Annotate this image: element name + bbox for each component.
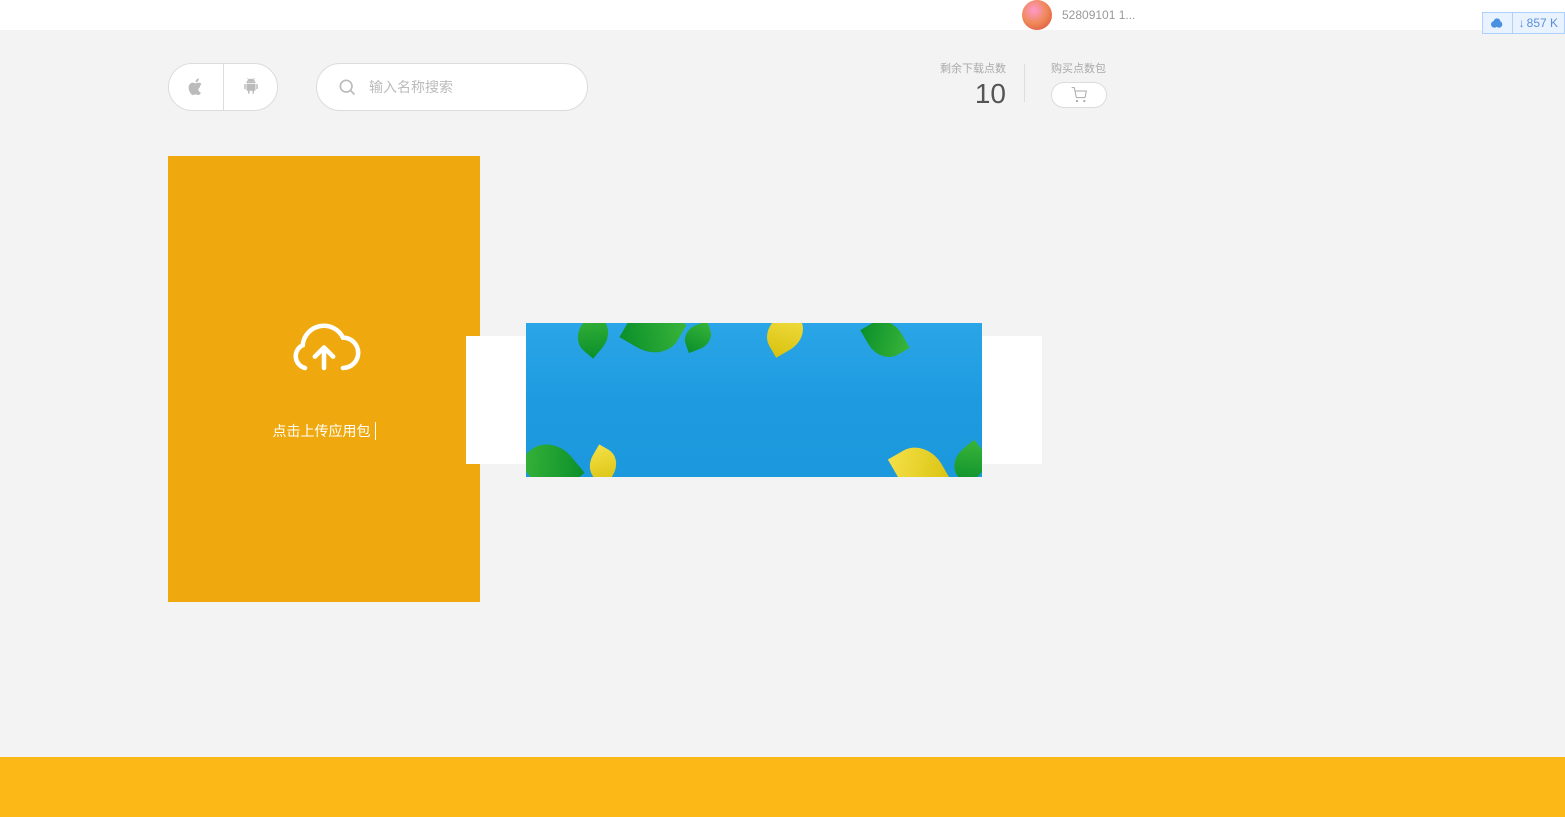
cart-icon [1071,87,1087,103]
top-header: 52809101 1... ↓857 K [0,0,1565,30]
banner-image [526,323,982,477]
banner-card[interactable] [466,336,1042,464]
username: 52809101 1... [1062,8,1135,22]
footer-bar [0,757,1565,817]
search-icon [337,77,357,97]
upload-card[interactable]: 点击上传应用包 [168,156,480,602]
remaining-points: 剩余下载点数 10 [940,60,1024,110]
android-button[interactable] [223,64,277,110]
search-input[interactable] [369,79,567,95]
download-widget[interactable]: ↓857 K [1482,12,1565,34]
upload-label: 点击上传应用包 [273,421,371,441]
buy-points: 购买点数包 [1025,60,1107,108]
cart-button[interactable] [1051,82,1107,108]
cloud-upload-icon [286,317,362,381]
buy-label: 购买点数包 [1051,60,1107,76]
main-area: 剩余下载点数 10 购买点数包 点击上传应用包 [0,30,1565,758]
user-block[interactable]: 52809101 1... [1022,0,1135,30]
android-icon [242,77,260,97]
upload-text: 点击上传应用包 [273,421,376,441]
widget-text: ↓857 K [1513,13,1564,33]
apple-icon [187,77,205,97]
apple-button[interactable] [169,64,223,110]
remaining-value: 10 [940,78,1006,110]
avatar [1022,0,1052,30]
cursor-icon [375,422,376,440]
cloud-icon [1483,13,1513,33]
stats-block: 剩余下载点数 10 购买点数包 [940,60,1107,110]
platform-toggle [168,63,278,111]
toolbar: 剩余下载点数 10 购买点数包 [0,60,1565,114]
remaining-label: 剩余下载点数 [940,60,1006,76]
search-wrap[interactable] [316,63,588,111]
widget-value: 857 K [1527,16,1558,30]
arrow-down-icon: ↓ [1519,16,1525,30]
